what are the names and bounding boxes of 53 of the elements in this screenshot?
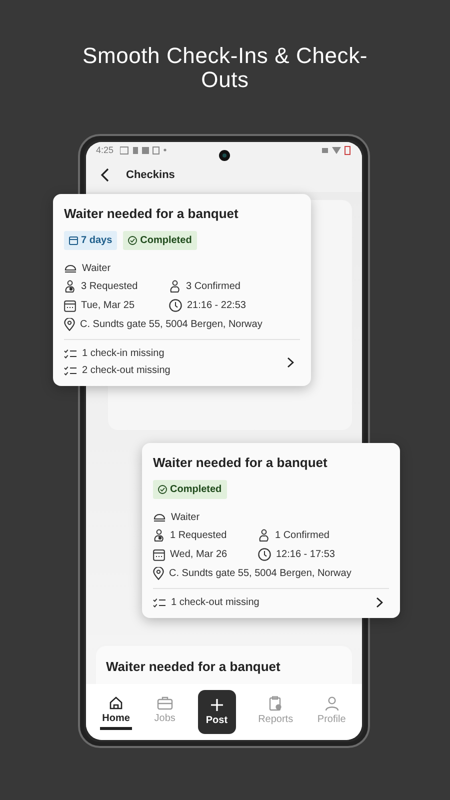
- home-icon: [109, 696, 124, 710]
- back-icon[interactable]: [100, 168, 110, 182]
- battery-signal-icons: [322, 146, 352, 154]
- job-card[interactable]: Waiter needed for a banquet: [96, 646, 352, 684]
- location-pin-icon: [64, 318, 75, 331]
- date-text: Tue, Mar 25: [81, 300, 135, 311]
- card-title: Waiter needed for a banquet: [64, 206, 240, 221]
- duration-badge: 7 days: [64, 231, 118, 250]
- calendar-icon: [64, 300, 76, 312]
- screen-title: Checkins: [126, 169, 175, 181]
- clock-icon: [169, 299, 182, 312]
- post-button[interactable]: Post: [198, 690, 236, 734]
- calendar-icon: [153, 548, 165, 560]
- status-badge: Completed: [153, 480, 227, 499]
- check-circle-icon: [158, 485, 167, 494]
- address-text: C. Sundts gate 55, 5004 Bergen, Norway: [169, 568, 352, 579]
- address-text: C. Sundts gate 55, 5004 Bergen, Norway: [80, 319, 262, 330]
- role-text: Waiter: [82, 262, 111, 274]
- chevron-right-icon[interactable]: [376, 597, 383, 608]
- missing-check-text: 1 check-in missing: [82, 348, 164, 359]
- time-range: 21:16 - 22:53: [187, 300, 246, 311]
- date-text: Wed, Mar 26: [170, 549, 228, 560]
- person-icon: [324, 696, 339, 710]
- job-card[interactable]: Waiter needed for a banquet 7 days Completed Waiter 3 Requested 3 Confirmed Tue, Mar 25 21:16 - 22:53 C. Sundts gate 55, 5004 Bergen, Norway 1 check-in missing 2 check-out missing: [53, 194, 311, 386]
- checklist-icon: [64, 348, 77, 358]
- confirmed-count: 1 Confirmed: [275, 530, 330, 541]
- confirmed-count: 3 Confirmed: [186, 281, 240, 292]
- briefcase-icon: [156, 696, 173, 710]
- plus-icon: [210, 698, 223, 710]
- requested-count: 3 Requested: [81, 281, 138, 292]
- role-text: Waiter: [171, 512, 200, 522]
- clipboard-clock-icon: [269, 696, 282, 710]
- checklist-icon: [64, 366, 77, 376]
- headline: Smooth Check-Ins & Check-Outs: [81, 44, 369, 92]
- chevron-right-icon[interactable]: [287, 356, 294, 368]
- status-badge: Completed: [123, 231, 197, 250]
- location-pin-icon: [153, 567, 164, 580]
- cloche-icon: [153, 511, 166, 523]
- job-card[interactable]: Waiter needed for a banquet Completed Waiter 1 Requested 1 Confirmed Wed, Mar 26 12:16 - 17:53 C. Sundts gate 55, 5004 Bergen, Norway 1 check-out missing: [142, 443, 400, 618]
- card-title: Waiter needed for a banquet: [153, 455, 328, 470]
- status-time: 4:25: [96, 145, 114, 155]
- time-range: 12:16 - 17:53: [276, 549, 335, 560]
- requested-count: 1 Requested: [170, 530, 227, 541]
- nav-tab[interactable]: Home: [100, 694, 132, 730]
- checklist-icon: [153, 598, 166, 608]
- clock-icon: [258, 548, 271, 561]
- card-title: Waiter needed for a banquet: [106, 659, 280, 674]
- cloche-icon: [64, 262, 77, 274]
- check-circle-icon: [128, 236, 138, 245]
- calendar-icon: [69, 236, 78, 245]
- missing-check-text: 1 check-out missing: [171, 597, 260, 608]
- notification-icons: [120, 146, 168, 154]
- missing-check-text: 2 check-out missing: [82, 365, 170, 376]
